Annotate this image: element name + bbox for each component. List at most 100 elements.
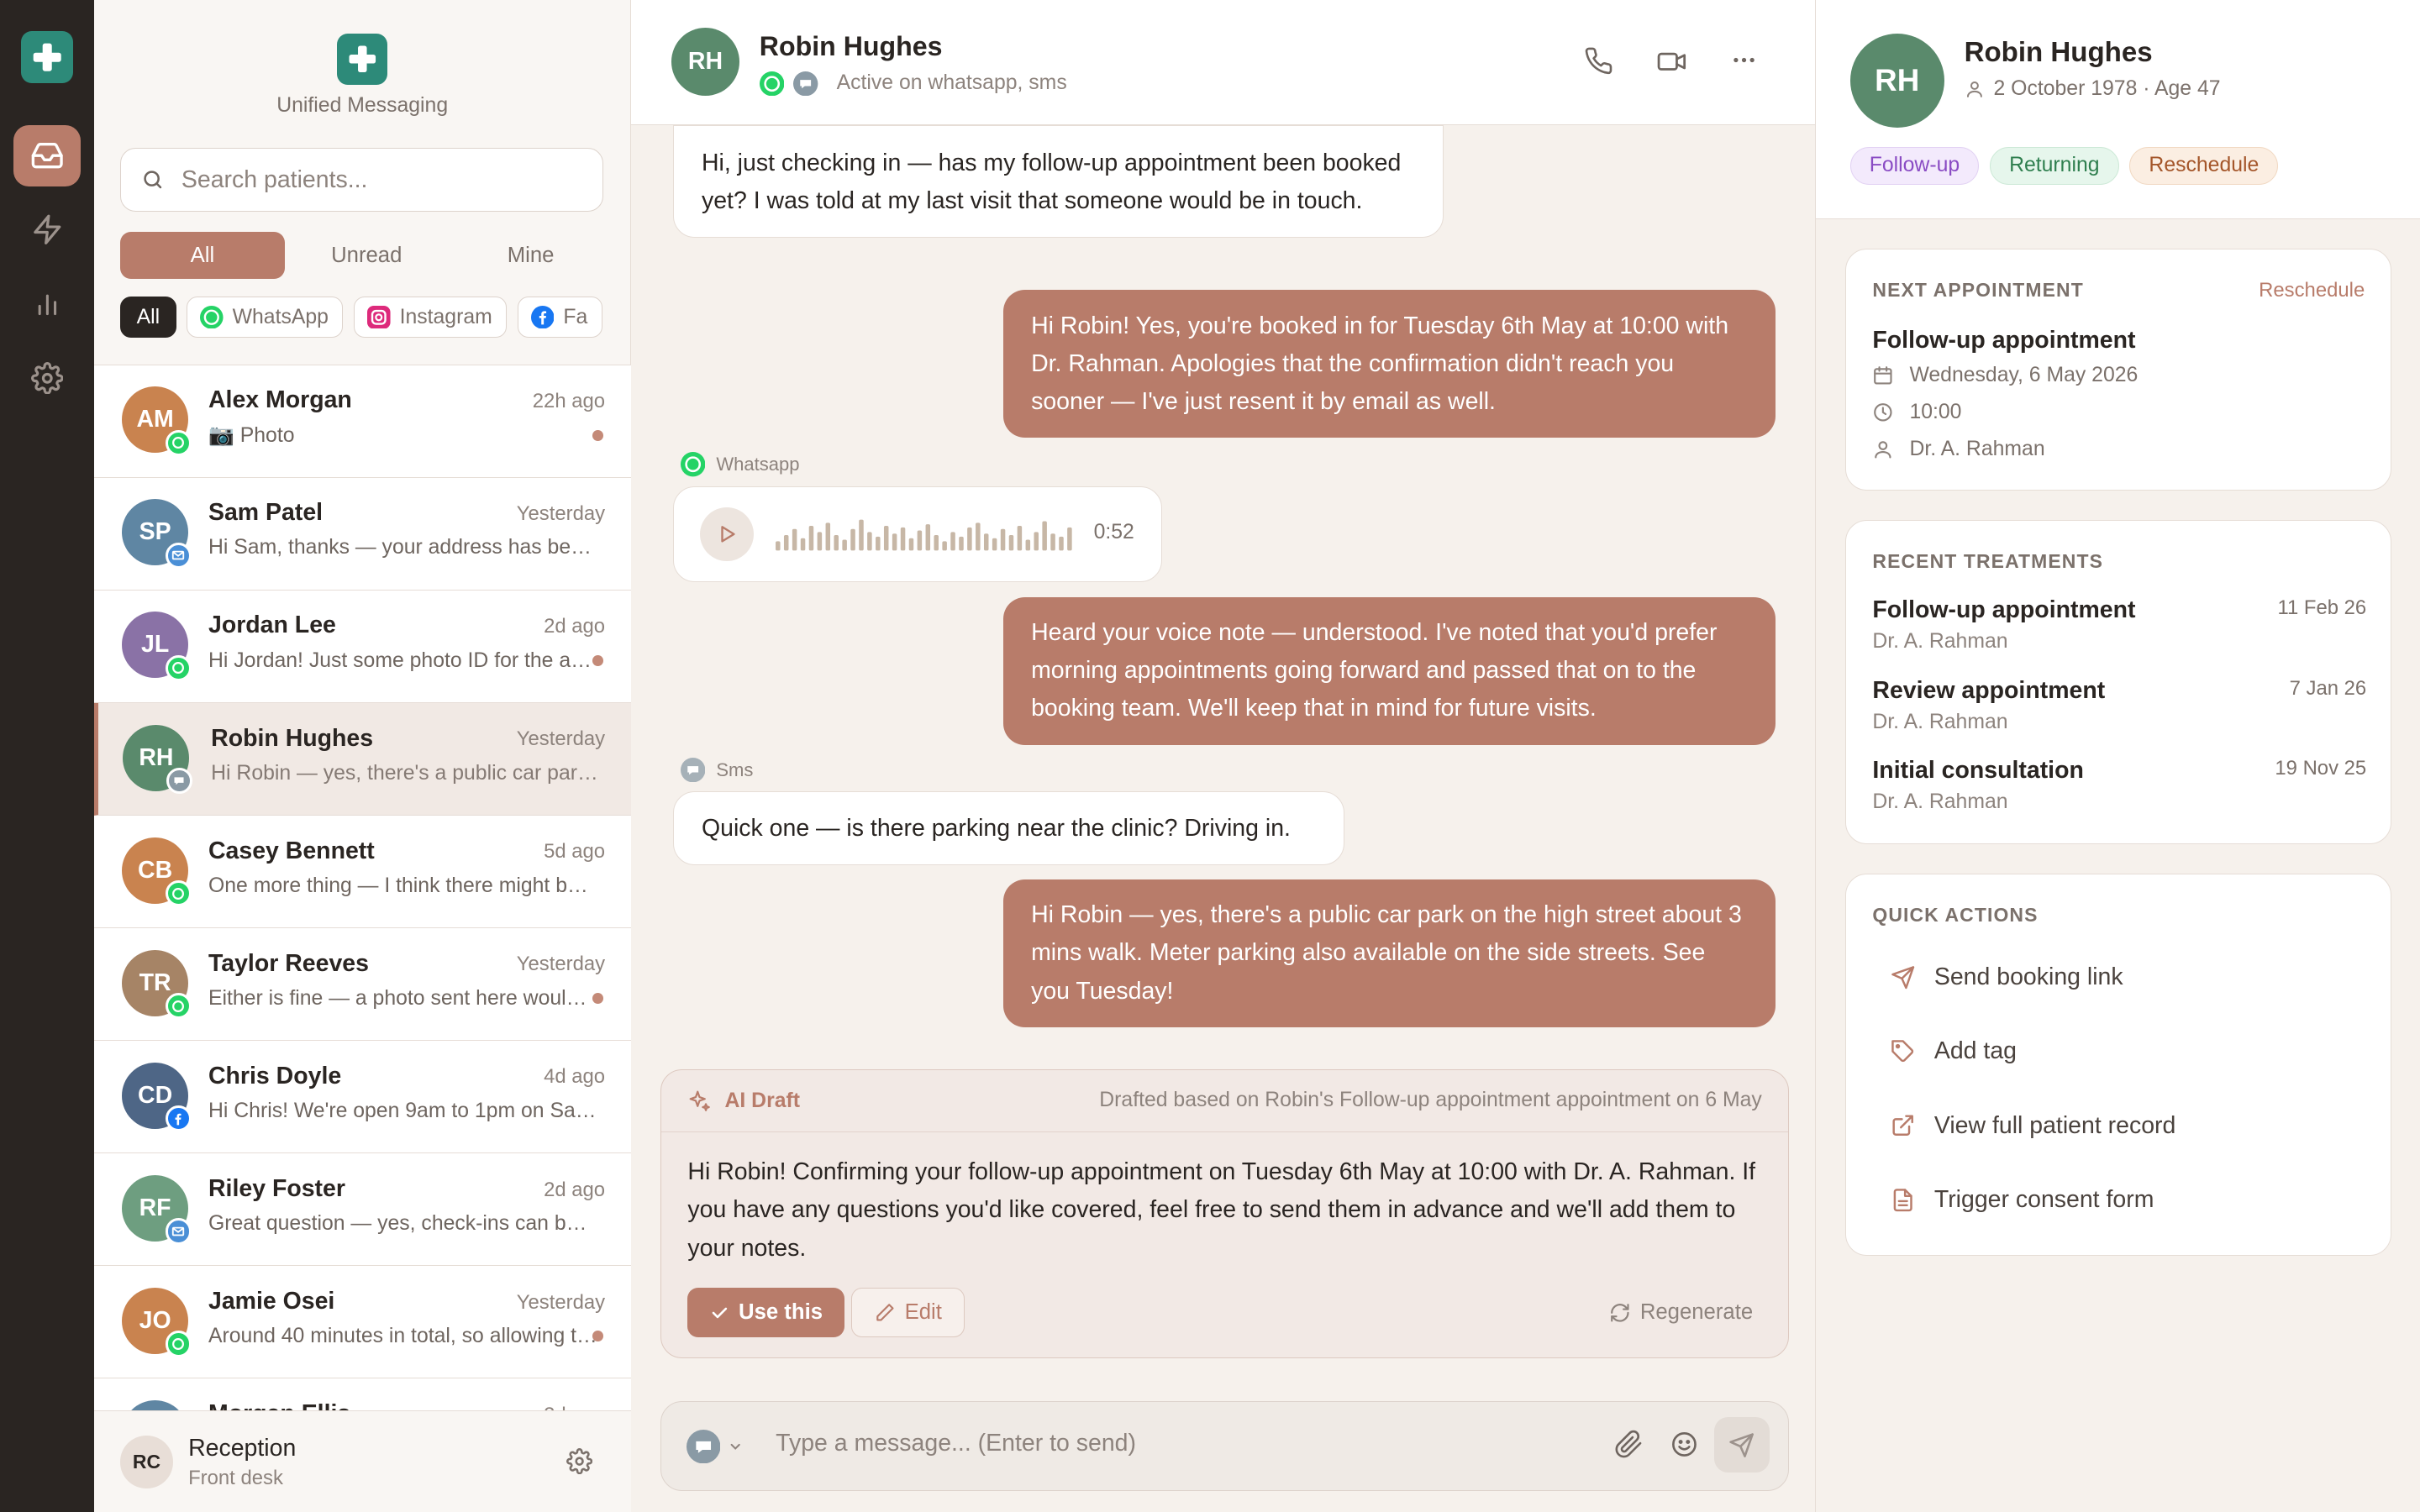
- paperclip-icon[interactable]: [1614, 1430, 1644, 1459]
- reschedule-link[interactable]: Reschedule: [2259, 279, 2365, 302]
- message-bubble-incoming: Quick one — is there parking near the cl…: [672, 791, 1344, 865]
- message-preview: Either is fine — a photo sent here would…: [208, 986, 597, 1010]
- timestamp: 2d ago: [544, 615, 606, 638]
- view-patient-record-action[interactable]: View full patient record: [1891, 1112, 2175, 1140]
- emoji-icon[interactable]: [1670, 1430, 1699, 1459]
- chip-facebook[interactable]: Fa: [518, 296, 602, 339]
- conversation-item[interactable]: JO Jamie Osei Yesterday Around 40 minutes i…: [94, 1266, 632, 1379]
- refresh-icon: [1611, 1303, 1629, 1322]
- chip-instagram[interactable]: Instagram: [354, 296, 508, 339]
- send-booking-link-action[interactable]: Send booking link: [1891, 963, 2123, 991]
- conversation-item[interactable]: AM Alex Morgan 22h ago 📷 Photo: [94, 365, 632, 478]
- conversation-item[interactable]: RH Robin Hughes Yesterday Hi Robin — yes, t…: [94, 702, 632, 816]
- analytics-nav-button[interactable]: [13, 273, 82, 334]
- message-bubble-outgoing: Hi Robin — yes, there's a public car par…: [1003, 879, 1776, 1028]
- whatsapp-icon: [165, 880, 192, 907]
- app-logo-icon[interactable]: [20, 30, 74, 84]
- chip-whatsapp[interactable]: WhatsApp: [187, 296, 344, 339]
- chip-label: Instagram: [399, 305, 492, 328]
- message-composer: [660, 1400, 1790, 1491]
- search-icon: [144, 171, 162, 189]
- segment-all[interactable]: All: [120, 231, 285, 280]
- send-button[interactable]: [1714, 1417, 1770, 1473]
- message-preview: 📷 Photo: [208, 424, 295, 448]
- sms-icon: [681, 757, 706, 783]
- card-heading: NEXT APPOINTMENT: [1872, 278, 2084, 301]
- user-icon: [1875, 441, 1891, 459]
- segment-mine[interactable]: Mine: [449, 232, 613, 280]
- brand-logo-icon: [336, 34, 388, 86]
- appointment-date: Wednesday, 6 May 2026: [1872, 364, 2138, 387]
- sms-icon: [686, 1430, 720, 1464]
- trigger-consent-form-action[interactable]: Trigger consent form: [1891, 1186, 2154, 1214]
- gear-icon[interactable]: [566, 1448, 593, 1475]
- conversation-item[interactable]: RF Riley Foster 2d ago Great question — yes…: [94, 1153, 632, 1267]
- voice-note: 0:52: [672, 486, 1163, 582]
- waveform: [776, 519, 1072, 550]
- conversation-item[interactable]: CD Chris Doyle 4d ago Hi Chris! We're open …: [94, 1041, 632, 1154]
- voice-duration: 0:52: [1093, 521, 1134, 544]
- timestamp: 5d ago: [544, 840, 606, 864]
- conversation-item[interactable]: SP Sam Patel Yesterday Hi Sam, thanks — you…: [94, 477, 632, 591]
- inbox-icon: [31, 143, 63, 169]
- patient-tag[interactable]: Reschedule: [2129, 146, 2279, 186]
- settings-nav-button[interactable]: [13, 347, 82, 408]
- whatsapp-icon: [165, 1331, 192, 1357]
- regenerate-button[interactable]: Regenerate: [1587, 1288, 1774, 1337]
- inbox-nav-button[interactable]: [13, 124, 82, 187]
- facebook-icon: [165, 1105, 192, 1132]
- use-this-button[interactable]: Use this: [687, 1288, 844, 1337]
- search-input[interactable]: [181, 165, 568, 194]
- next-appointment-card: NEXT APPOINTMENT Reschedule Follow-up ap…: [1845, 248, 2392, 491]
- card-heading: QUICK ACTIONS: [1872, 903, 2039, 926]
- app-name: Unified Messaging: [276, 94, 449, 118]
- message-preview: Hi Jordan! Just some photo ID for the ap…: [208, 648, 597, 672]
- chip-label: WhatsApp: [232, 305, 329, 328]
- video-call-icon[interactable]: [1656, 46, 1687, 77]
- whatsapp-icon: [165, 654, 192, 682]
- patient-tag[interactable]: Follow-up: [1849, 146, 1980, 186]
- sms-icon: [166, 767, 193, 795]
- patient-tag[interactable]: Returning: [1990, 146, 2119, 186]
- brand-header: Unified Messaging: [94, 34, 630, 118]
- conversation-item[interactable]: CB Casey Bennett 5d ago One more thing — I …: [94, 815, 632, 928]
- play-button[interactable]: [700, 507, 755, 561]
- segment-unread[interactable]: Unread: [285, 232, 449, 280]
- chevron-down-icon: [730, 1443, 740, 1450]
- appointment-time: 10:00: [1872, 401, 1961, 424]
- message-bubble-outgoing: Heard your voice note — understood. I've…: [1003, 596, 1776, 745]
- timestamp: 2d ago: [544, 1178, 606, 1201]
- edit-draft-button[interactable]: Edit: [851, 1288, 965, 1337]
- ai-draft-text: Hi Robin! Confirming your follow-up appo…: [687, 1158, 1756, 1262]
- chip-all[interactable]: All: [120, 296, 176, 339]
- contact-status: Active on whatsapp, sms: [759, 71, 1067, 96]
- conversation-item[interactable]: TR Taylor Reeves Yesterday Either is fine —…: [94, 928, 632, 1042]
- automations-nav-button[interactable]: [13, 199, 82, 260]
- status-text: Active on whatsapp, sms: [836, 71, 1067, 95]
- add-tag-action[interactable]: Add tag: [1891, 1037, 2017, 1065]
- calendar-icon: [1874, 365, 1892, 385]
- channel-label: Whatsapp: [681, 452, 800, 477]
- ai-draft-note: Drafted based on Robin's Follow-up appoi…: [1099, 1089, 1762, 1112]
- conversation-item[interactable]: ME Morgan Ellis 2d ago: [94, 1378, 632, 1411]
- contact-name: Morgan Ellis: [208, 1400, 350, 1410]
- unread-dot: [592, 993, 604, 1004]
- email-icon: [165, 542, 192, 569]
- timestamp: 2d ago: [544, 1404, 605, 1410]
- current-user: RC Reception Front desk: [94, 1410, 632, 1512]
- search-box[interactable]: [120, 148, 604, 212]
- contact-name: Chris Doyle: [208, 1062, 342, 1089]
- treatment-item: Initial consultation Dr. A. Rahman 19 No…: [1872, 757, 2367, 814]
- message-input[interactable]: [776, 1430, 1548, 1458]
- bar-chart-icon: [38, 295, 56, 316]
- message-preview: Hi Sam, thanks — your address has been u…: [208, 536, 597, 559]
- ai-draft-header: AI Draft Drafted based on Robin's Follow…: [661, 1070, 1789, 1132]
- phone-icon[interactable]: [1584, 46, 1613, 76]
- channel-selector[interactable]: [686, 1430, 744, 1464]
- lightning-icon: [33, 214, 61, 245]
- user-icon: [1966, 81, 1982, 97]
- sms-icon: [793, 71, 818, 96]
- avatar: RH: [1849, 34, 1944, 129]
- more-options-icon[interactable]: [1730, 46, 1758, 74]
- conversation-item[interactable]: JL Jordan Lee 2d ago Hi Jordan! Just some p…: [94, 590, 632, 703]
